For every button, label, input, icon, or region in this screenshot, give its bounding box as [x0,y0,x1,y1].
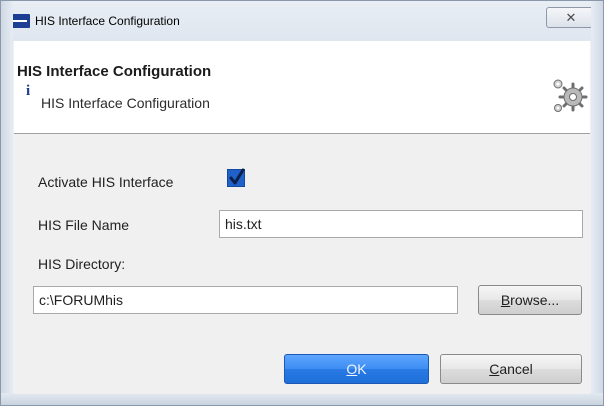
his-directory-input[interactable] [33,286,458,314]
cancel-label: ancel [499,361,533,377]
close-button[interactable]: ✕ [546,7,596,28]
window-title: HIS Interface Configuration [35,14,180,28]
his-file-name-input[interactable] [219,210,583,238]
window-border-bottom [1,393,603,405]
activate-his-checkbox[interactable] [227,168,245,187]
header-subtitle: HIS Interface Configuration [41,95,210,111]
ok-mnemonic: O [346,361,358,377]
activate-his-label: Activate HIS Interface [38,174,174,190]
dialog-header: HIS Interface Configuration i HIS Interf… [14,41,590,134]
his-file-name-label: HIS File Name [38,217,130,233]
window-border-right [591,1,603,405]
cancel-mnemonic: C [489,361,500,377]
info-icon: i [26,83,31,99]
gear-icon [553,79,588,112]
close-icon: ✕ [565,10,577,25]
ok-label: K [357,361,367,377]
dialog-client: HIS Interface Configuration i HIS Interf… [14,41,590,394]
browse-label: rowse... [510,292,560,308]
browse-mnemonic: B [500,292,511,308]
zeiss-logo-icon [10,14,30,28]
header-title: HIS Interface Configuration [17,63,212,80]
window-border-left [1,1,13,405]
ok-button[interactable]: OK [284,354,429,384]
his-directory-label: HIS Directory: [38,256,126,272]
browse-button[interactable]: Browse... [478,285,582,315]
checkmark-icon [229,168,245,185]
dialog-window: HIS Interface Configuration ✕ HIS Interf… [0,0,604,406]
title-bar[interactable]: HIS Interface Configuration ✕ [1,1,603,41]
cancel-button[interactable]: Cancel [440,354,582,384]
